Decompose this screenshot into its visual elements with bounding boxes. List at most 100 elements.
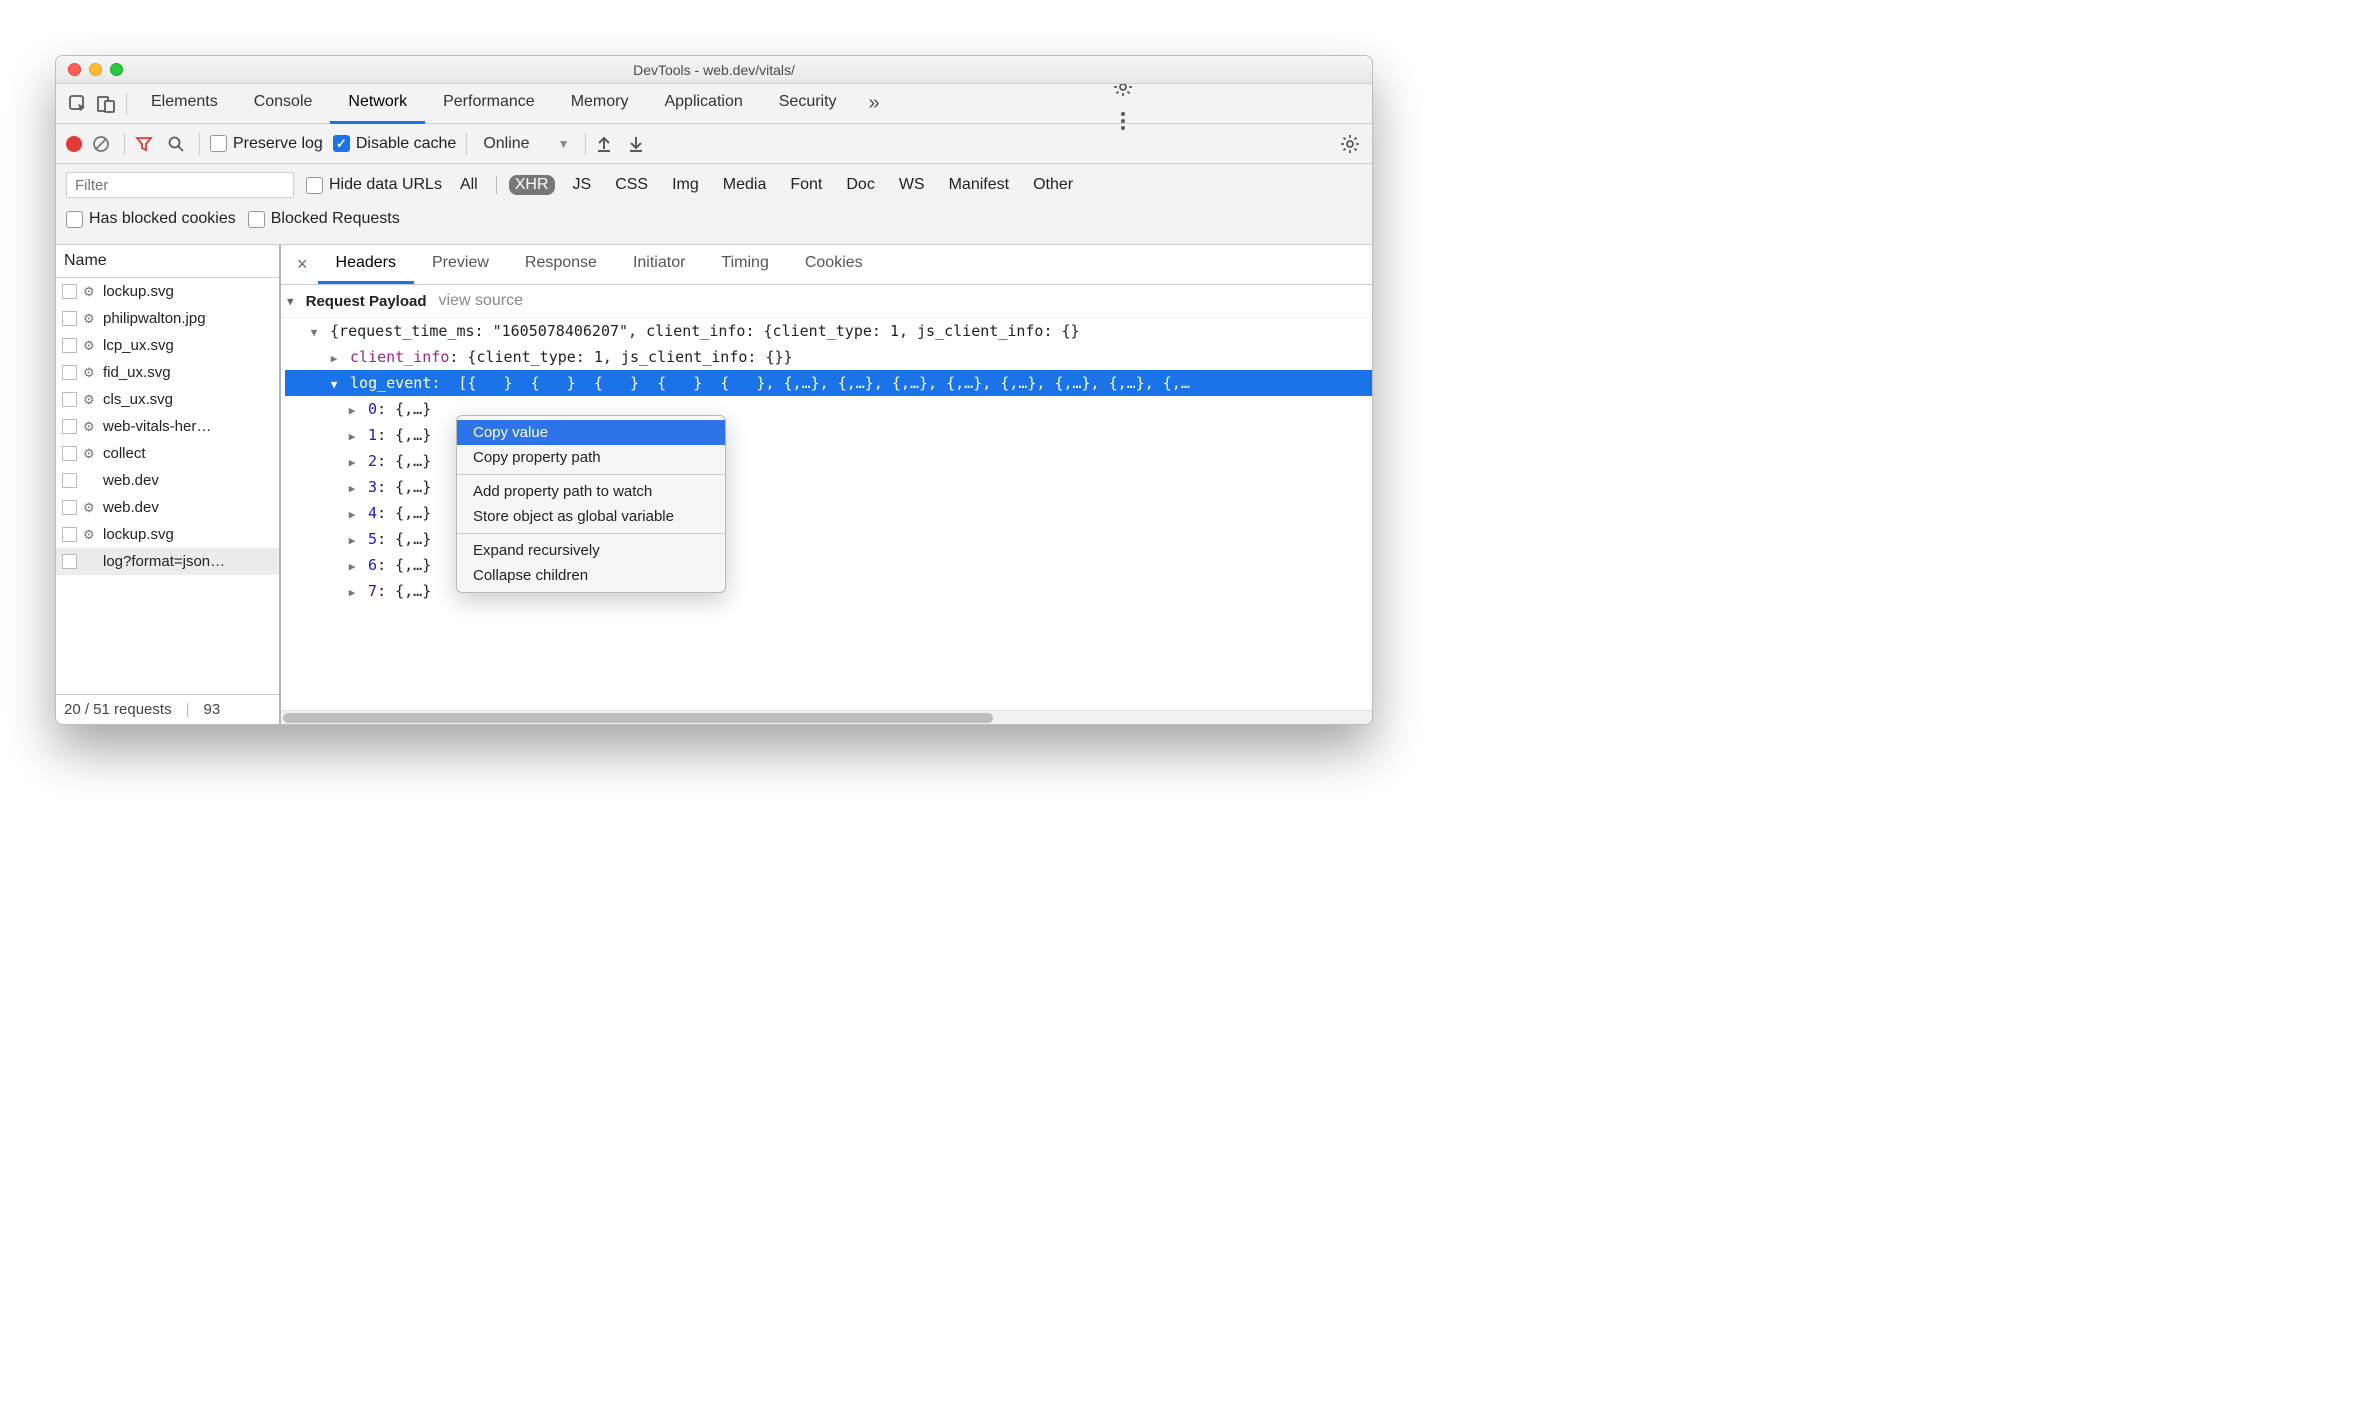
filter-type-media[interactable]: Media <box>717 175 773 195</box>
filter-type-manifest[interactable]: Manifest <box>943 175 1015 195</box>
search-icon[interactable] <box>167 135 189 153</box>
file-icon <box>62 338 77 353</box>
detail-tab-preview[interactable]: Preview <box>414 245 507 284</box>
request-payload-section[interactable]: ▼ Request Payload view source <box>281 285 1372 318</box>
inspect-element-icon[interactable] <box>64 95 92 113</box>
triangle-right-icon: ▶ <box>345 456 359 469</box>
tree-node-child[interactable]: ▶ 7: {,…} <box>285 578 1372 604</box>
tree-node-child[interactable]: ▶ 4: {,…} <box>285 500 1372 526</box>
scrollbar-thumb[interactable] <box>283 713 993 723</box>
chevron-down-icon: ▼ <box>558 137 570 151</box>
tab-performance[interactable]: Performance <box>425 83 553 124</box>
tree-node-client-info[interactable]: ▶ client_info: {client_type: 1, js_clien… <box>285 344 1372 370</box>
tree-node-child[interactable]: ▶ 6: {,…} <box>285 552 1372 578</box>
request-name: fid_ux.svg <box>103 364 171 381</box>
request-row[interactable]: ⚙lcp_ux.svg <box>56 332 279 359</box>
file-icon <box>62 311 77 326</box>
tree-node-child[interactable]: ▶ 1: {,…} <box>285 422 1372 448</box>
request-name: lockup.svg <box>103 283 174 300</box>
menu-item[interactable]: Store object as global variable <box>457 504 725 529</box>
triangle-right-icon: ▶ <box>345 508 359 521</box>
more-tabs-button[interactable]: » <box>859 92 890 115</box>
has-blocked-label: Has blocked cookies <box>89 210 236 228</box>
detail-tab-response[interactable]: Response <box>507 245 615 284</box>
detail-tab-timing[interactable]: Timing <box>703 245 786 284</box>
filter-input[interactable] <box>66 172 294 198</box>
separator <box>124 133 125 155</box>
tree-node-child[interactable]: ▶ 5: {,…} <box>285 526 1372 552</box>
tree-node-child[interactable]: ▶ 3: {,…} <box>285 474 1372 500</box>
filter-type-font[interactable]: Font <box>784 175 828 195</box>
menu-item[interactable]: Copy property path <box>457 445 725 470</box>
request-row[interactable]: web.dev <box>56 467 279 494</box>
throttling-select[interactable]: Online ▼ <box>477 135 575 153</box>
filter-type-doc[interactable]: Doc <box>840 175 880 195</box>
request-name: web.dev <box>103 499 159 516</box>
view-source-link[interactable]: view source <box>439 292 523 310</box>
preserve-log-label: Preserve log <box>233 135 323 153</box>
filter-type-ws[interactable]: WS <box>893 175 931 195</box>
filter-type-other[interactable]: Other <box>1027 175 1079 195</box>
tab-console[interactable]: Console <box>236 83 331 124</box>
detail-tab-initiator[interactable]: Initiator <box>615 245 703 284</box>
tree-node-log-event[interactable]: ▼ log_event: [{ } { } { } { } { }, {,…},… <box>285 370 1372 396</box>
tree-node-child[interactable]: ▶ 2: {,…} <box>285 448 1372 474</box>
menu-item[interactable]: Expand recursively <box>457 538 725 563</box>
request-row[interactable]: ⚙lockup.svg <box>56 521 279 548</box>
blocked-requests-checkbox[interactable]: Blocked Requests <box>248 210 400 228</box>
clear-icon[interactable] <box>92 135 114 153</box>
section-title: Request Payload <box>306 293 427 310</box>
request-row[interactable]: ⚙lockup.svg <box>56 278 279 305</box>
download-har-icon[interactable] <box>628 135 650 153</box>
detail-tab-headers[interactable]: Headers <box>318 245 414 284</box>
filter-type-xhr[interactable]: XHR <box>509 175 555 195</box>
main-tabbar: ElementsConsoleNetworkPerformanceMemoryA… <box>56 84 1372 124</box>
request-row[interactable]: ⚙web-vitals-her… <box>56 413 279 440</box>
disable-cache-label: Disable cache <box>356 135 457 153</box>
tab-elements[interactable]: Elements <box>133 83 236 124</box>
record-button[interactable] <box>66 136 82 152</box>
request-name: web-vitals-her… <box>103 418 211 435</box>
checkbox-unchecked-icon <box>66 211 83 228</box>
titlebar: DevTools - web.dev/vitals/ <box>56 56 1372 84</box>
detail-tab-cookies[interactable]: Cookies <box>787 245 881 284</box>
tab-memory[interactable]: Memory <box>553 83 647 124</box>
name-column-header[interactable]: Name <box>56 245 279 278</box>
blocked-requests-label: Blocked Requests <box>271 210 400 228</box>
tree-root[interactable]: ▼ {request_time_ms: "1605078406207", cli… <box>285 318 1372 344</box>
disable-cache-checkbox[interactable]: ✓ Disable cache <box>333 135 457 153</box>
network-settings-icon[interactable] <box>1340 134 1362 154</box>
hide-data-urls-checkbox[interactable]: Hide data URLs <box>306 176 442 194</box>
request-row[interactable]: ⚙web.dev <box>56 494 279 521</box>
filter-icon[interactable] <box>135 135 157 153</box>
kebab-menu-icon[interactable] <box>1120 111 1126 131</box>
file-icon <box>62 392 77 407</box>
request-row[interactable]: ⚙fid_ux.svg <box>56 359 279 386</box>
filter-type-css[interactable]: CSS <box>609 175 654 195</box>
close-detail-button[interactable]: × <box>287 254 318 275</box>
file-icon <box>62 473 77 488</box>
device-toolbar-icon[interactable] <box>92 95 120 113</box>
has-blocked-cookies-checkbox[interactable]: Has blocked cookies <box>66 210 236 228</box>
tab-application[interactable]: Application <box>646 83 760 124</box>
menu-item[interactable]: Add property path to watch <box>457 479 725 504</box>
filter-type-js[interactable]: JS <box>567 175 598 195</box>
horizontal-scrollbar[interactable] <box>281 710 1372 724</box>
filter-type-all[interactable]: All <box>454 175 484 195</box>
tree-node-child[interactable]: ▶ 0: {,…} <box>285 396 1372 422</box>
window-title: DevTools - web.dev/vitals/ <box>56 62 1372 78</box>
filter-type-img[interactable]: Img <box>666 175 705 195</box>
separator <box>126 93 127 115</box>
request-row[interactable]: ⚙cls_ux.svg <box>56 386 279 413</box>
menu-item[interactable]: Copy value <box>457 420 725 445</box>
upload-har-icon[interactable] <box>596 135 618 153</box>
tab-network[interactable]: Network <box>330 83 425 124</box>
file-icon <box>62 554 77 569</box>
menu-item[interactable]: Collapse children <box>457 563 725 588</box>
request-row[interactable]: ⚙collect <box>56 440 279 467</box>
triangle-right-icon: ▶ <box>345 404 359 417</box>
request-row[interactable]: ⚙philipwalton.jpg <box>56 305 279 332</box>
request-row[interactable]: log?format=json… <box>56 548 279 575</box>
tab-security[interactable]: Security <box>761 83 855 124</box>
preserve-log-checkbox[interactable]: Preserve log <box>210 135 323 153</box>
